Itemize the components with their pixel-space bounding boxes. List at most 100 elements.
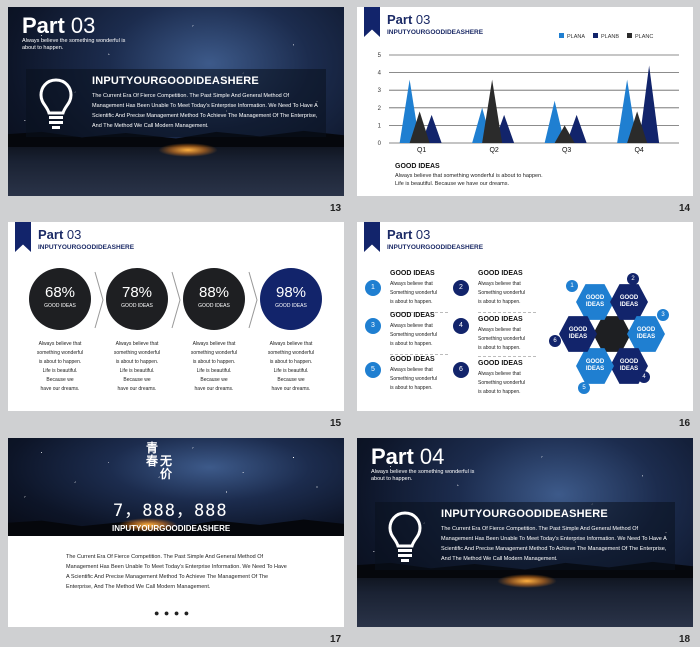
chevron-right-icon <box>94 271 104 329</box>
center-hexagon <box>593 316 631 352</box>
landscape <box>357 561 693 627</box>
hexagon-5: GOOD IDEAS <box>576 348 614 384</box>
slide-number: 16 <box>679 418 691 429</box>
item-title: GOOD IDEAS <box>390 356 435 363</box>
y-tick-label: 2 <box>378 106 382 112</box>
header-subtitle: INPUTYOURGOODIDEASHERE <box>38 244 135 251</box>
x-tick-label: Q4 <box>634 147 643 154</box>
stat-circle-2: 78% GOOD IDEAS <box>106 268 168 330</box>
legend-label: PLANB <box>601 34 619 40</box>
item-body: Always believe that Something wonderful is… <box>390 367 437 391</box>
slide-15[interactable]: Part 03 INPUTYOURGOODIDEASHERE 68% GOOD … <box>8 222 344 411</box>
stat-label: GOOD IDEAS <box>44 303 76 309</box>
item-title: GOOD IDEAS <box>478 270 523 277</box>
night-sky-banner <box>8 438 344 536</box>
lightbulb-icon <box>39 78 73 129</box>
banner-title: INPUTYOURGOODIDEASHERE <box>112 524 231 533</box>
panel-title: INPUTYOURGOODIDEASHERE <box>441 508 608 520</box>
x-tick-label: Q3 <box>562 147 571 154</box>
panel-body: The Current Era Of Fierce Competition. T… <box>441 526 667 562</box>
divider <box>478 312 536 313</box>
content-panel: INPUTYOURGOODIDEASHERE The Current Era O… <box>26 69 326 137</box>
y-tick-label: 0 <box>378 141 382 147</box>
caption-line-2: Life is beautiful. Because we have our d… <box>395 181 510 187</box>
slide-18[interactable]: Part 04 Always believe the something won… <box>357 438 693 627</box>
circle-caption-3: Always believe that something wonderful is… <box>190 341 238 392</box>
part-subtitle: Always believe the something wonderful i… <box>371 469 475 482</box>
stat-label: GOOD IDEAS <box>121 303 153 309</box>
item-body: Always believe that Something wonderful is… <box>390 323 437 347</box>
x-tick-label: Q1 <box>417 147 426 154</box>
circle-caption-4: Always believe that something wonderful is… <box>267 341 315 392</box>
y-tick-label: 4 <box>378 71 382 77</box>
chevron-right-icon <box>248 271 258 329</box>
x-tick-label: Q2 <box>489 147 498 154</box>
legend-swatch <box>593 33 598 38</box>
good-ideas-title: GOOD IDEAS <box>395 163 440 170</box>
stat-label: GOOD IDEAS <box>198 303 230 309</box>
legend-swatch <box>559 33 564 38</box>
item-title: GOOD IDEAS <box>390 312 435 319</box>
hex-number-6: 6 <box>549 335 561 347</box>
pagination-dots[interactable]: ● ● ● ● <box>154 608 190 618</box>
panel-title: INPUTYOURGOODIDEASHERE <box>92 75 259 87</box>
caption-line-1: Always believe that something wonderful … <box>395 173 543 179</box>
area-peak-planc <box>482 79 503 143</box>
part-heading: Part 03 <box>387 227 431 242</box>
part-heading: Part 04 <box>371 444 445 469</box>
sunset-glow <box>158 143 218 158</box>
slide-14[interactable]: Part 03 INPUTYOURGOODIDEASHERE 0 1 2 3 4 5 Q1 Q… <box>357 7 693 196</box>
slide-17[interactable]: 青 春 无 价 7，888，888 INPUTYOURGOODIDEASHERE… <box>8 438 344 627</box>
lightbulb-icon <box>388 511 422 562</box>
item-number-badge: 3 <box>365 318 381 334</box>
hex-number-3: 3 <box>657 309 669 321</box>
divider <box>390 354 448 355</box>
chinese-headline: 青 春 <box>146 441 159 468</box>
body-text: The Current Era Of Fierce Competition. T… <box>66 554 287 590</box>
sunset-glow <box>497 574 557 589</box>
hex-number-4: 4 <box>638 371 650 383</box>
item-body: Always believe that Something wonderful is… <box>390 281 437 305</box>
y-tick-label: 5 <box>378 53 382 59</box>
item-number-badge: 5 <box>365 362 381 378</box>
big-number: 7，888，888 <box>113 501 228 521</box>
legend-swatch <box>627 33 632 38</box>
legend-label: PLANA <box>567 34 585 40</box>
hexagon-1: GOOD IDEAS <box>576 284 614 320</box>
chevron-right-icon <box>171 271 181 329</box>
item-title: GOOD IDEAS <box>478 316 523 323</box>
slide-16[interactable]: Part 03 INPUTYOURGOODIDEASHERE 1 GOOD ID… <box>357 222 693 411</box>
landscape <box>8 130 344 196</box>
part-heading: Part 03 <box>22 13 96 38</box>
slide-number: 15 <box>330 418 342 429</box>
item-title: GOOD IDEAS <box>390 270 435 277</box>
stat-label: GOOD IDEAS <box>275 303 307 309</box>
chinese-headline-2: 无 价 <box>160 454 173 481</box>
hex-number-1: 1 <box>566 280 578 292</box>
item-body: Always believe that Something wonderful is… <box>478 327 525 351</box>
slide-13[interactable]: Part 03 Always believe the something won… <box>8 7 344 196</box>
slide-number: 18 <box>679 634 691 645</box>
hex-number-5: 5 <box>578 382 590 394</box>
header-subtitle: INPUTYOURGOODIDEASHERE <box>387 244 484 251</box>
divider <box>478 356 536 357</box>
circle-caption-2: Always believe that something wonderful is… <box>113 341 161 392</box>
part-subtitle: Always believe the something wonderful i… <box>22 38 126 51</box>
stat-circle-3: 88% GOOD IDEAS <box>183 268 245 330</box>
y-tick-label: 1 <box>378 123 382 129</box>
item-number-badge: 1 <box>365 280 381 296</box>
stat-percent: 68% <box>44 284 76 301</box>
content-panel: INPUTYOURGOODIDEASHERE The Current Era O… <box>375 502 675 570</box>
item-body: Always believe that Something wonderful is… <box>478 371 525 395</box>
hexagon-3: GOOD IDEAS <box>627 316 665 352</box>
stat-percent: 98% <box>275 284 307 301</box>
item-number-badge: 4 <box>453 318 469 334</box>
item-number-badge: 2 <box>453 280 469 296</box>
circle-caption-1: Always believe that something wonderful is… <box>36 341 84 392</box>
item-number-badge: 6 <box>453 362 469 378</box>
stat-circle-1: 68% GOOD IDEAS <box>29 268 91 330</box>
hex-number-2: 2 <box>627 273 639 285</box>
bookmark-icon <box>364 222 380 252</box>
stat-circle-4: 98% GOOD IDEAS <box>260 268 322 330</box>
legend-label: PLANC <box>635 34 653 40</box>
